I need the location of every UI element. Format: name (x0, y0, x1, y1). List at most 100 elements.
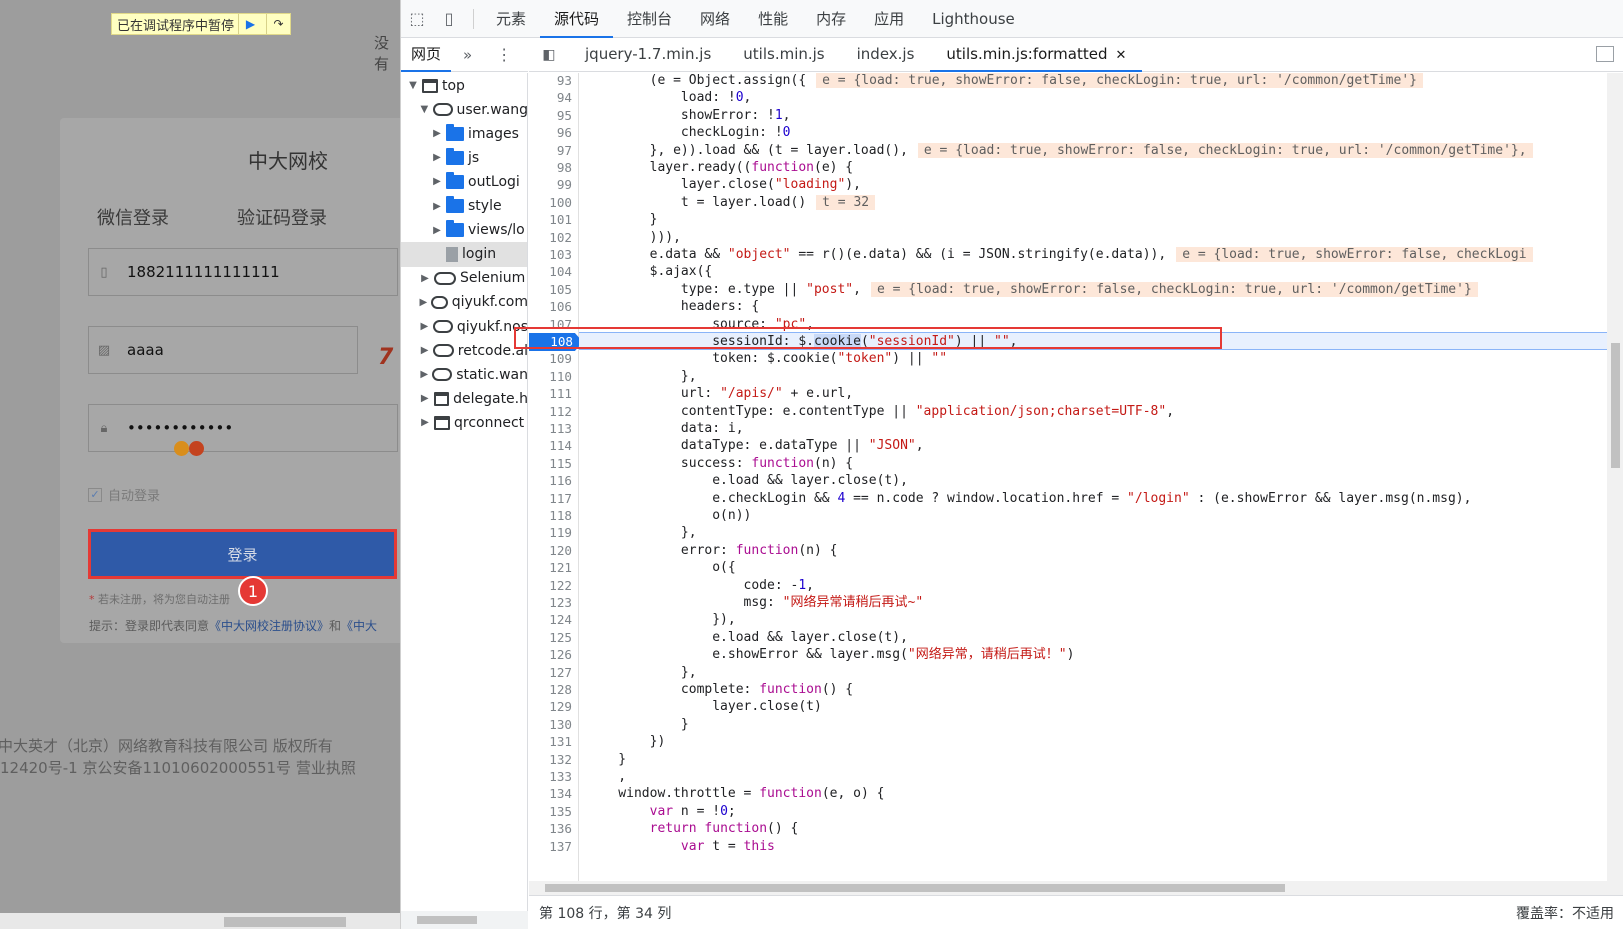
code-line[interactable]: } (587, 716, 689, 734)
code-line[interactable]: contentType: e.contentType || "applicati… (587, 403, 1174, 421)
tab-lighthouse[interactable]: Lighthouse (918, 0, 1029, 38)
line-number[interactable]: 103 (529, 246, 572, 264)
code-line[interactable]: dataType: e.dataType || "JSON", (587, 437, 924, 455)
tree-node[interactable]: ▶ delegate.h (401, 386, 527, 411)
code-line[interactable]: e.checkLogin && 4 == n.code ? window.loc… (587, 490, 1471, 508)
code-line[interactable]: }), (587, 611, 736, 629)
tree-node[interactable]: ▶ js (401, 145, 527, 170)
expanded-arrow-icon[interactable]: ▼ (407, 80, 419, 91)
code-line[interactable]: layer.ready((function(e) { (587, 159, 854, 177)
code-line[interactable]: e.showError && layer.msg("网络异常，请稍后再试！") (587, 646, 1074, 664)
code-editor[interactable]: 93 94 95 96 97 98 99 100 101 102 103 104 105 106 107 10… (529, 73, 1607, 881)
code-line[interactable]: layer.close(t) (587, 698, 822, 716)
code-line[interactable]: type: e.type || "post", e = {load: true, … (587, 281, 1478, 299)
line-number[interactable]: 96 (529, 124, 572, 142)
tree-node[interactable]: login (401, 241, 527, 267)
login-button[interactable]: 登录 (88, 529, 397, 579)
collapsed-arrow-icon[interactable]: ▶ (431, 176, 443, 187)
line-number[interactable]: 114 (529, 437, 572, 455)
tree-node[interactable]: ▶ outLogi (401, 169, 527, 194)
line-number[interactable]: 110 (529, 368, 572, 386)
code-line[interactable]: error: function(n) { (587, 542, 838, 560)
line-number[interactable]: 104 (529, 263, 572, 281)
line-number[interactable]: 102 (529, 229, 572, 247)
code-line[interactable]: var t = this (587, 838, 775, 856)
code-line[interactable]: success: function(n) { (587, 455, 853, 473)
editor-vertical-scrollbar[interactable] (1607, 73, 1623, 881)
code-line[interactable]: (e = Object.assign({e = {load: true, sho… (587, 73, 1423, 90)
resume-icon[interactable]: ▶ (238, 14, 262, 34)
tree-node[interactable]: ▶ qiyukf.com (401, 290, 527, 315)
code-line[interactable]: url: "/apis/" + e.url, (587, 385, 853, 403)
line-number[interactable]: 100 (529, 194, 572, 212)
tab-performance[interactable]: 性能 (744, 0, 802, 38)
line-number[interactable]: 106 (529, 298, 572, 316)
code-line[interactable]: }, (587, 368, 697, 386)
code-line[interactable]: $.ajax({ (587, 263, 713, 281)
tab-sms-login[interactable]: 验证码登录 (237, 204, 327, 230)
code-line[interactable]: e.data && "object" == r()(e.data) && (i … (587, 246, 1533, 264)
code-line[interactable]: }, (587, 664, 697, 682)
line-number[interactable]: 111 (529, 385, 572, 403)
collapsed-arrow-icon[interactable]: ▶ (419, 393, 431, 404)
code-line[interactable]: headers: { (587, 298, 759, 316)
line-number[interactable]: 98 (529, 159, 572, 177)
line-number[interactable]: 130 (529, 716, 572, 734)
inspect-element-icon[interactable]: ⬚ (401, 0, 433, 38)
code-line[interactable]: } (587, 211, 658, 229)
code-line[interactable]: sessionId: $.cookie("sessionId") || "", (587, 333, 1018, 351)
tab-application[interactable]: 应用 (860, 0, 918, 38)
code-line[interactable]: ))), (587, 229, 681, 247)
checkbox-icon[interactable]: ✓ (88, 487, 102, 502)
line-number[interactable]: 120 (529, 542, 572, 560)
code-line[interactable]: complete: function() { (587, 681, 853, 699)
tree-node[interactable]: ▶ qrconnect (401, 410, 527, 435)
line-number[interactable]: 124 (529, 611, 572, 629)
code-line[interactable]: , (587, 768, 626, 786)
line-number[interactable]: 95 (529, 107, 572, 125)
collapsed-arrow-icon[interactable]: ▶ (419, 273, 431, 284)
code-line[interactable]: return function() { (587, 820, 799, 838)
tree-horizontal-scrollbar[interactable] (401, 911, 528, 929)
tab-console[interactable]: 控制台 (613, 0, 686, 38)
header-link-text[interactable]: 没有 (374, 32, 400, 74)
expanded-arrow-icon[interactable]: ▼ (419, 104, 430, 115)
page-horizontal-scrollbar[interactable] (0, 913, 400, 929)
code-line[interactable]: source: "pc", (587, 316, 814, 334)
collapsed-arrow-icon[interactable]: ▶ (419, 321, 430, 332)
file-tab-jquery[interactable]: jquery-1.7.min.js (569, 38, 727, 72)
tab-wechat-login[interactable]: 微信登录 (97, 204, 169, 230)
tree-node[interactable]: ▶ static.wan (401, 362, 527, 387)
privacy-link[interactable]: 《中大 (341, 619, 377, 633)
line-number[interactable]: 105 (529, 281, 572, 299)
kebab-menu-icon[interactable]: ⋮ (496, 45, 512, 64)
line-number[interactable]: 107 (529, 316, 572, 334)
line-number[interactable]: 137 (529, 838, 572, 856)
code-line[interactable]: var n = !0; (587, 803, 736, 821)
line-number[interactable]: 135 (529, 803, 572, 821)
line-gutter[interactable]: 93 94 95 96 97 98 99 100 101 102 103 104 105 106 107 10… (529, 73, 583, 881)
code-line[interactable]: checkLogin: !0 (587, 124, 791, 142)
collapsed-arrow-icon[interactable]: ▶ (419, 297, 428, 308)
toggle-navigator-icon[interactable]: ◧ (529, 47, 569, 63)
code-line[interactable]: o({ (587, 559, 736, 577)
code-line[interactable]: window.throttle = function(e, o) { (587, 785, 884, 803)
tab-network[interactable]: 网络 (686, 0, 744, 38)
collapsed-arrow-icon[interactable]: ▶ (419, 417, 431, 428)
line-number[interactable]: 121 (529, 559, 572, 577)
line-number[interactable]: 101 (529, 211, 572, 229)
scroll-thumb[interactable] (545, 884, 1285, 892)
line-number[interactable]: 125 (529, 629, 572, 647)
editor-horizontal-scrollbar[interactable] (529, 881, 1623, 895)
code-line[interactable]: token: $.cookie("token") || "" (587, 350, 947, 368)
scroll-thumb[interactable] (417, 916, 477, 924)
scroll-thumb[interactable] (224, 917, 346, 927)
code-line[interactable]: data: i, (587, 420, 744, 438)
device-toolbar-icon[interactable]: ▯ (433, 0, 465, 38)
code-line[interactable]: msg: "网络异常请稍后再试~" (587, 594, 924, 612)
collapsed-arrow-icon[interactable]: ▶ (431, 225, 443, 236)
line-number[interactable]: 123 (529, 594, 572, 612)
captcha-field[interactable]: ▨ aaaa (88, 326, 358, 374)
collapsed-arrow-icon[interactable]: ▶ (431, 152, 443, 163)
line-number[interactable]: 94 (529, 89, 572, 107)
